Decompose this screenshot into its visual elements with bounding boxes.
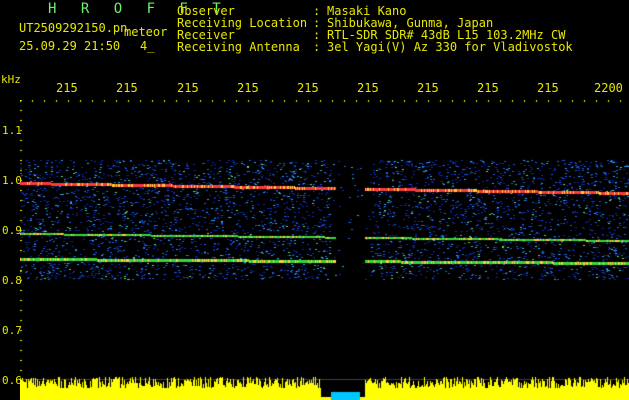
- x-tick-label: 2200: [594, 81, 623, 95]
- antenna-value: 3el Yagi(V) Az 330 for Vladivostok: [327, 40, 573, 54]
- x-tick-label: 215: [477, 81, 499, 95]
- meteor-tag: meteor: [124, 25, 168, 39]
- y-tick-label: 0.7: [2, 324, 22, 337]
- spectrogram-plot: [20, 100, 629, 400]
- y-tick-label: 0.8: [2, 274, 22, 287]
- y-tick-label: 0.9: [2, 224, 22, 237]
- observation-datetime: 25.09.29 21:50: [19, 39, 121, 53]
- channel-label: 4_: [140, 39, 155, 53]
- x-tick-label: 215: [357, 81, 379, 95]
- y-tick-label: 1.0: [2, 174, 22, 187]
- x-tick-label: 215: [116, 81, 138, 95]
- y-tick-label: 1.1: [2, 124, 22, 137]
- file-name: UT2509292150.pn: [19, 21, 128, 35]
- x-tick-label: 215: [297, 81, 319, 95]
- antenna-label: Receiving Antenna: [177, 40, 300, 54]
- field-separator: :: [313, 40, 321, 54]
- x-tick-label: 215: [537, 81, 559, 95]
- x-tick-label: 215: [237, 81, 259, 95]
- x-tick-label: 215: [177, 81, 199, 95]
- x-tick-label: 215: [417, 81, 439, 95]
- x-tick-label: 215: [56, 81, 78, 95]
- y-axis-unit: kHz: [1, 73, 21, 86]
- y-tick-label: 0.6: [2, 374, 22, 387]
